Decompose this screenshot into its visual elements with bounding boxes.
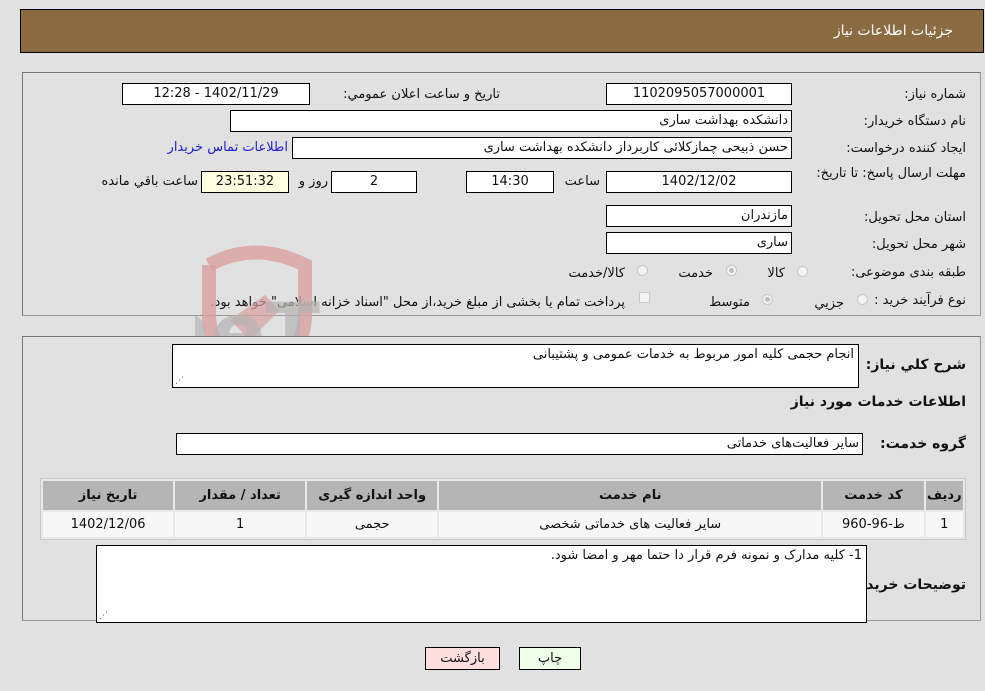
- category-option-goods-service: کالا/خدمت: [568, 266, 625, 281]
- cell-row-number: 1: [925, 512, 963, 537]
- category-radio-goods-service[interactable]: [637, 265, 648, 276]
- category-radio-goods[interactable]: [797, 266, 808, 277]
- time-remaining-field: 23:51:32: [201, 171, 289, 193]
- resize-grip-icon[interactable]: ⋰: [175, 376, 184, 386]
- category-option-service: خدمت: [678, 266, 713, 281]
- announce-label: تاریخ و ساعت اعلان عمومي:: [343, 87, 500, 102]
- buyer-org-field: دانشکده بهداشت ساری: [230, 110, 792, 132]
- province-label: استان محل تحویل:: [864, 210, 966, 225]
- page-title: جزئیات اطلاعات نیاز: [833, 23, 953, 39]
- need-number-field: 1102095057000001: [606, 83, 792, 105]
- treasury-payment-note: پرداخت تمام یا بخشی از مبلغ خرید،از محل …: [210, 295, 625, 310]
- buyer-notes-textarea[interactable]: 1- کلیه مدارک و نمونه فرم قرار دا حتما م…: [96, 545, 867, 623]
- need-details-panel: شماره نیاز: 1102095057000001 تاریخ و ساع…: [22, 72, 981, 316]
- days-label: روز و: [298, 174, 328, 189]
- resize-grip-icon[interactable]: ⋰: [99, 611, 108, 621]
- cell-need-date: 1402/12/06: [43, 512, 174, 537]
- time-remaining-label: ساعت باقي مانده: [101, 174, 198, 189]
- city-label: شهر محل تحویل:: [871, 237, 966, 252]
- creator-label: ایجاد کننده درخواست:: [846, 141, 966, 156]
- process-label: نوع فرآیند خرید :: [874, 293, 966, 308]
- process-radio-medium[interactable]: [762, 294, 773, 305]
- need-number-label: شماره نیاز:: [904, 87, 966, 102]
- description-label: شرح کلي نیاز:: [865, 357, 966, 373]
- buyer-contact-link[interactable]: اطلاعات تماس خریدار: [168, 140, 288, 155]
- process-option-minor: جزيي: [814, 296, 844, 311]
- print-button[interactable]: چاپ: [519, 647, 581, 670]
- category-option-goods: کالا: [767, 266, 785, 281]
- col-quantity: تعداد / مقدار: [175, 481, 306, 510]
- col-service-name: نام خدمت: [439, 481, 822, 510]
- back-button[interactable]: بازگشت: [425, 647, 500, 670]
- services-table: ردیف کد خدمت نام خدمت واحد اندازه گیری ت…: [40, 478, 966, 540]
- deadline-time-label: ساعت: [564, 174, 600, 189]
- col-row-number: ردیف: [925, 481, 963, 510]
- cell-service-name: سایر فعالیت های خدماتی شخصی: [439, 512, 822, 537]
- process-radio-minor[interactable]: [857, 294, 868, 305]
- creator-field: حسن ذبیحی چمازکلائی کاربرداز دانشکده بهد…: [292, 137, 792, 159]
- description-textarea[interactable]: انجام حجمی کلیه امور مربوط به خدمات عموم…: [172, 344, 859, 388]
- deadline-time-field: 14:30: [466, 171, 554, 193]
- cell-quantity: 1: [175, 512, 306, 537]
- category-label: طبقه بندی موضوعی:: [850, 265, 966, 280]
- buyer-org-label: نام دستگاه خریدار:: [863, 114, 966, 129]
- treasury-payment-checkbox[interactable]: [639, 292, 650, 303]
- description-text: انجام حجمی کلیه امور مربوط به خدمات عموم…: [532, 347, 854, 362]
- cell-service-code: ط-96-960: [823, 512, 924, 537]
- buyer-notes-text: 1- کلیه مدارک و نمونه فرم قرار دا حتما م…: [550, 548, 862, 563]
- page-header: جزئیات اطلاعات نیاز: [20, 9, 984, 53]
- col-service-code: کد خدمت: [823, 481, 924, 510]
- category-radio-service[interactable]: [726, 265, 737, 276]
- services-heading: اطلاعات خدمات مورد نیاز: [790, 394, 966, 410]
- process-option-medium: متوسط: [709, 295, 750, 310]
- service-group-field: سایر فعالیت‌های خدماتی: [176, 433, 863, 455]
- city-field: ساری: [606, 232, 792, 254]
- cell-unit: حجمی: [307, 512, 438, 537]
- table-row: 1 ط-96-960 سایر فعالیت های خدماتی شخصی ح…: [43, 512, 963, 537]
- service-group-label: گروه خدمت:: [880, 436, 966, 452]
- announce-datetime-field: 1402/11/29 - 12:28: [122, 83, 310, 105]
- table-header-row: ردیف کد خدمت نام خدمت واحد اندازه گیری ت…: [43, 481, 963, 510]
- col-need-date: تاریخ نیاز: [43, 481, 174, 510]
- col-unit: واحد اندازه گیری: [307, 481, 438, 510]
- deadline-label: مهلت ارسال پاسخ: تا تاریخ:: [816, 166, 966, 181]
- deadline-date-field: 1402/12/02: [606, 171, 792, 193]
- days-remaining-field: 2: [331, 171, 417, 193]
- province-field: مازندران: [606, 205, 792, 227]
- need-summary-panel: شرح کلي نیاز: انجام حجمی کلیه امور مربوط…: [22, 336, 981, 623]
